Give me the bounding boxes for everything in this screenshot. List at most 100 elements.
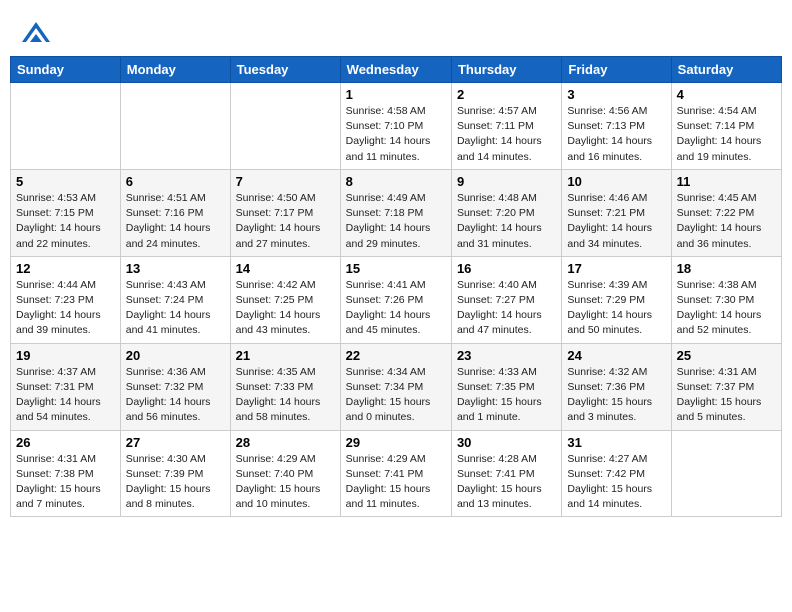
day-info: Sunrise: 4:33 AM Sunset: 7:35 PM Dayligh… [457, 365, 556, 426]
day-number: 24 [567, 348, 665, 363]
day-number: 23 [457, 348, 556, 363]
weekday-header-row: SundayMondayTuesdayWednesdayThursdayFrid… [11, 57, 782, 83]
day-number: 10 [567, 174, 665, 189]
calendar-cell: 6Sunrise: 4:51 AM Sunset: 7:16 PM Daylig… [120, 169, 230, 256]
day-number: 19 [16, 348, 115, 363]
day-info: Sunrise: 4:42 AM Sunset: 7:25 PM Dayligh… [236, 278, 335, 339]
weekday-header-saturday: Saturday [671, 57, 781, 83]
calendar-cell: 22 Sunrise: 4:34 AM Sunset: 7:34 PM Dayli… [340, 343, 451, 430]
week-row-4: 19 Sunrise: 4:37 AM Sunset: 7:31 PM Dayli… [11, 343, 782, 430]
day-number: 15 [346, 261, 446, 276]
day-info: Sunrise: 4:37 AM Sunset: 7:31 PM Dayligh… [16, 365, 115, 426]
day-number: 5 [16, 174, 115, 189]
calendar-cell: 14 Sunrise: 4:42 AM Sunset: 7:25 PM Dayli… [230, 256, 340, 343]
calendar-cell: 1 Sunrise: 4:58 AM Sunset: 7:10 PM Daylig… [340, 83, 451, 170]
day-info: Sunrise: 4:50 AM Sunset: 7:17 PM Dayligh… [236, 191, 335, 252]
weekday-header-thursday: Thursday [451, 57, 561, 83]
calendar-cell: 8 Sunrise: 4:49 AM Sunset: 7:18 PM Daylig… [340, 169, 451, 256]
logo-icon [20, 20, 52, 48]
calendar-cell: 15 Sunrise: 4:41 AM Sunset: 7:26 PM Dayli… [340, 256, 451, 343]
day-number: 18 [677, 261, 776, 276]
weekday-header-sunday: Sunday [11, 57, 121, 83]
calendar-cell: 12 Sunrise: 4:44 AM Sunset: 7:23 PM Dayli… [11, 256, 121, 343]
day-number: 20 [126, 348, 225, 363]
day-info: Sunrise: 4:43 AM Sunset: 7:24 PM Dayligh… [126, 278, 225, 339]
day-info: Sunrise: 4:54 AM Sunset: 7:14 PM Dayligh… [677, 104, 776, 165]
day-number: 25 [677, 348, 776, 363]
day-info: Sunrise: 4:31 AM Sunset: 7:38 PM Dayligh… [16, 452, 115, 513]
day-info: Sunrise: 4:57 AM Sunset: 7:11 PM Dayligh… [457, 104, 556, 165]
day-number: 29 [346, 435, 446, 450]
calendar-cell: 20 Sunrise: 4:36 AM Sunset: 7:32 PM Dayli… [120, 343, 230, 430]
calendar-cell: 27Sunrise: 4:30 AM Sunset: 7:39 PM Dayli… [120, 430, 230, 517]
day-number: 30 [457, 435, 556, 450]
day-info: Sunrise: 4:48 AM Sunset: 7:20 PM Dayligh… [457, 191, 556, 252]
day-number: 12 [16, 261, 115, 276]
day-info: Sunrise: 4:45 AM Sunset: 7:22 PM Dayligh… [677, 191, 776, 252]
calendar-cell: 28Sunrise: 4:29 AM Sunset: 7:40 PM Dayli… [230, 430, 340, 517]
day-number: 26 [16, 435, 115, 450]
calendar-cell: 5 Sunrise: 4:53 AM Sunset: 7:15 PM Daylig… [11, 169, 121, 256]
day-number: 28 [236, 435, 335, 450]
day-info: Sunrise: 4:34 AM Sunset: 7:34 PM Dayligh… [346, 365, 446, 426]
day-number: 9 [457, 174, 556, 189]
day-info: Sunrise: 4:40 AM Sunset: 7:27 PM Dayligh… [457, 278, 556, 339]
week-row-5: 26 Sunrise: 4:31 AM Sunset: 7:38 PM Dayli… [11, 430, 782, 517]
weekday-header-friday: Friday [562, 57, 671, 83]
day-info: Sunrise: 4:51 AM Sunset: 7:16 PM Dayligh… [126, 191, 225, 252]
day-number: 16 [457, 261, 556, 276]
day-number: 3 [567, 87, 665, 102]
day-number: 8 [346, 174, 446, 189]
logo [20, 18, 56, 48]
day-info: Sunrise: 4:53 AM Sunset: 7:15 PM Dayligh… [16, 191, 115, 252]
calendar-cell [671, 430, 781, 517]
day-number: 2 [457, 87, 556, 102]
day-info: Sunrise: 4:35 AM Sunset: 7:33 PM Dayligh… [236, 365, 335, 426]
day-info: Sunrise: 4:30 AM Sunset: 7:39 PM Dayligh… [126, 452, 225, 513]
calendar-cell: 3Sunrise: 4:56 AM Sunset: 7:13 PM Daylig… [562, 83, 671, 170]
week-row-2: 5 Sunrise: 4:53 AM Sunset: 7:15 PM Daylig… [11, 169, 782, 256]
weekday-header-wednesday: Wednesday [340, 57, 451, 83]
day-number: 4 [677, 87, 776, 102]
week-row-1: 1 Sunrise: 4:58 AM Sunset: 7:10 PM Daylig… [11, 83, 782, 170]
day-info: Sunrise: 4:39 AM Sunset: 7:29 PM Dayligh… [567, 278, 665, 339]
calendar-cell: 16 Sunrise: 4:40 AM Sunset: 7:27 PM Dayli… [451, 256, 561, 343]
calendar-cell: 26 Sunrise: 4:31 AM Sunset: 7:38 PM Dayli… [11, 430, 121, 517]
page-header [10, 10, 782, 52]
calendar-cell [120, 83, 230, 170]
day-info: Sunrise: 4:44 AM Sunset: 7:23 PM Dayligh… [16, 278, 115, 339]
calendar-cell: 24 Sunrise: 4:32 AM Sunset: 7:36 PM Dayli… [562, 343, 671, 430]
week-row-3: 12 Sunrise: 4:44 AM Sunset: 7:23 PM Dayli… [11, 256, 782, 343]
calendar-cell: 30 Sunrise: 4:28 AM Sunset: 7:41 PM Dayli… [451, 430, 561, 517]
day-info: Sunrise: 4:32 AM Sunset: 7:36 PM Dayligh… [567, 365, 665, 426]
weekday-header-tuesday: Tuesday [230, 57, 340, 83]
calendar-table: SundayMondayTuesdayWednesdayThursdayFrid… [10, 56, 782, 517]
calendar-cell: 21 Sunrise: 4:35 AM Sunset: 7:33 PM Dayli… [230, 343, 340, 430]
day-number: 31 [567, 435, 665, 450]
day-info: Sunrise: 4:41 AM Sunset: 7:26 PM Dayligh… [346, 278, 446, 339]
calendar-cell: 7 Sunrise: 4:50 AM Sunset: 7:17 PM Daylig… [230, 169, 340, 256]
day-info: Sunrise: 4:31 AM Sunset: 7:37 PM Dayligh… [677, 365, 776, 426]
calendar-cell: 31Sunrise: 4:27 AM Sunset: 7:42 PM Dayli… [562, 430, 671, 517]
calendar-cell: 25 Sunrise: 4:31 AM Sunset: 7:37 PM Dayli… [671, 343, 781, 430]
calendar-cell [11, 83, 121, 170]
calendar-cell: 29Sunrise: 4:29 AM Sunset: 7:41 PM Dayli… [340, 430, 451, 517]
day-info: Sunrise: 4:28 AM Sunset: 7:41 PM Dayligh… [457, 452, 556, 513]
day-number: 13 [126, 261, 225, 276]
calendar-cell: 10 Sunrise: 4:46 AM Sunset: 7:21 PM Dayli… [562, 169, 671, 256]
calendar-cell: 11 Sunrise: 4:45 AM Sunset: 7:22 PM Dayli… [671, 169, 781, 256]
day-number: 22 [346, 348, 446, 363]
day-number: 21 [236, 348, 335, 363]
day-number: 14 [236, 261, 335, 276]
day-number: 7 [236, 174, 335, 189]
day-number: 11 [677, 174, 776, 189]
calendar-cell: 18Sunrise: 4:38 AM Sunset: 7:30 PM Dayli… [671, 256, 781, 343]
day-info: Sunrise: 4:46 AM Sunset: 7:21 PM Dayligh… [567, 191, 665, 252]
day-number: 1 [346, 87, 446, 102]
day-info: Sunrise: 4:36 AM Sunset: 7:32 PM Dayligh… [126, 365, 225, 426]
calendar-cell [230, 83, 340, 170]
calendar-cell: 17Sunrise: 4:39 AM Sunset: 7:29 PM Dayli… [562, 256, 671, 343]
day-info: Sunrise: 4:49 AM Sunset: 7:18 PM Dayligh… [346, 191, 446, 252]
calendar-cell: 2 Sunrise: 4:57 AM Sunset: 7:11 PM Daylig… [451, 83, 561, 170]
day-info: Sunrise: 4:58 AM Sunset: 7:10 PM Dayligh… [346, 104, 446, 165]
